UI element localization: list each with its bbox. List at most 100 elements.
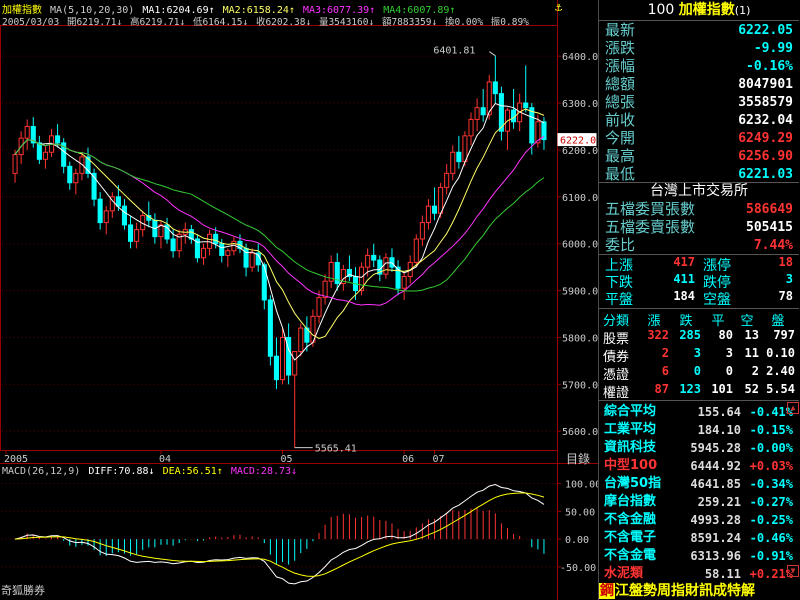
- index-price: 5945.28: [690, 441, 741, 455]
- index-name: 不含金電: [604, 548, 657, 563]
- class-header-cell: 分類: [603, 314, 630, 329]
- candle-body: [383, 257, 389, 275]
- class-row-value: 285: [679, 328, 701, 342]
- bar-close: 收6202.38↓: [255, 17, 312, 28]
- scroll-up-icon[interactable]: ▲: [787, 402, 799, 414]
- bar-amplitude: 振0.89%: [490, 17, 529, 28]
- x-tick-label: 04: [159, 454, 171, 465]
- candle-body: [24, 125, 30, 139]
- quote-row-value: -9.99: [753, 41, 793, 56]
- x-tick-label: 06: [402, 454, 414, 465]
- class-row-value: 2: [661, 346, 669, 360]
- quote-row: 總額 8047901: [599, 75, 799, 94]
- quote-row-value: 3558579: [738, 95, 793, 110]
- quote-title: 100 加權指數(1): [647, 2, 751, 18]
- catalog-label[interactable]: 目錄: [566, 450, 590, 467]
- index-row[interactable]: 綜合平均 155.64 -0.41%: [599, 403, 799, 421]
- candle-body: [12, 154, 18, 174]
- index-row[interactable]: 中型100 6444.92 +0.03%: [599, 457, 799, 475]
- candle-body: [371, 254, 377, 261]
- candle-body: [468, 118, 474, 137]
- quote-row-value: 6232.04: [738, 113, 793, 128]
- class-row-value: 2.40: [766, 364, 795, 378]
- quote-row-value: 7.44%: [753, 238, 793, 253]
- index-name: 工業平均: [604, 422, 657, 437]
- scroll-down-icon[interactable]: ▼: [787, 565, 799, 577]
- index-name: 不含電子: [604, 530, 657, 545]
- class-row-value: 797: [773, 328, 795, 342]
- current-price-label: 6222.0: [560, 136, 596, 147]
- breadth-value: 78: [778, 289, 793, 303]
- candle-body: [170, 238, 176, 252]
- class-row-value: 3: [693, 346, 701, 360]
- diff-label: DIFF:70.88↓: [88, 466, 155, 477]
- class-row-name: 權證: [603, 386, 630, 401]
- chart-area[interactable]: 5600.00 5700.00 5800.00 5900.00 6000.00 6100.…: [0, 0, 598, 600]
- quote-row-label: 今開: [605, 129, 636, 147]
- anchor-icon[interactable]: ⚓: [555, 0, 562, 14]
- quote-row-value: 6222.05: [738, 23, 793, 38]
- class-row-value: 87: [654, 382, 669, 396]
- index-row[interactable]: 不含電子 8591.24 -0.46%: [599, 529, 799, 547]
- bottom-tab-active[interactable]: 鋼: [599, 583, 615, 599]
- index-row[interactable]: 資訊科技 5945.28 -0.00%: [599, 439, 799, 457]
- index-price: 4993.28: [690, 513, 741, 527]
- candle-body: [128, 224, 134, 242]
- class-row-value: 5.54: [766, 382, 795, 396]
- macd-tick-label: 50.00: [565, 507, 595, 518]
- candle-body: [322, 280, 328, 299]
- price-chart-svg[interactable]: 5600.00 5700.00 5800.00 5900.00 6000.00 6100.…: [0, 0, 598, 600]
- quote-row-value: 6256.90: [738, 149, 793, 164]
- class-row-value: 123: [679, 382, 701, 396]
- high-label: 6401.81: [433, 46, 475, 57]
- quote-row-value: 8047901: [738, 77, 793, 92]
- macd-tick-label: 100.00: [565, 480, 598, 491]
- quote-row: 五檔委賣張數 505415: [599, 218, 799, 237]
- index-name: 綜合平均: [604, 404, 657, 419]
- class-header-cell: 跌: [679, 314, 693, 329]
- candle-body: [523, 102, 529, 109]
- candle-body: [444, 172, 450, 188]
- quote-row-label: 最新: [605, 21, 636, 39]
- index-row[interactable]: 摩台指數 259.21 -0.27%: [599, 493, 799, 511]
- exchange-label: 台灣上市交易所: [650, 183, 748, 199]
- index-row[interactable]: 台灣50指 4641.85 -0.34%: [599, 475, 799, 493]
- breadth-value: 411: [673, 272, 695, 286]
- class-row-name: 股票: [603, 332, 630, 347]
- source-label: 奇狐勝券: [1, 584, 45, 597]
- candle-body: [225, 250, 231, 256]
- price-tick-label: 6200.00: [562, 146, 598, 157]
- index-row[interactable]: 不含金電 6313.96 -0.91%: [599, 547, 799, 565]
- index-price: 6313.96: [690, 549, 741, 563]
- class-row-value: 2: [751, 364, 759, 378]
- quote-row: 最新 6222.05: [599, 21, 799, 40]
- quote-row-label: 最高: [605, 147, 636, 165]
- price-tick-label: 5900.00: [562, 287, 598, 298]
- class-row-value: 0: [725, 364, 733, 378]
- high-pointer: [489, 51, 496, 57]
- index-name: 資訊科技: [604, 440, 657, 455]
- dea-label: DEA:56.51↑: [162, 466, 223, 477]
- bottom-tab-list[interactable]: 江盤勢周指財訊成特解: [615, 583, 755, 599]
- x-tick-label: 07: [433, 454, 445, 465]
- class-row-value: 11: [744, 346, 759, 360]
- index-change: -0.25%: [749, 513, 793, 527]
- bottom-tabs[interactable]: 鋼江盤勢周指財訊成特解: [599, 582, 799, 600]
- candle-body: [280, 336, 286, 381]
- macd-params: MACD(26,12,9): [2, 466, 81, 477]
- quote-row: 漲跌 -9.99: [599, 39, 799, 58]
- breadth-value: 184: [673, 289, 695, 303]
- index-row[interactable]: 水泥類 58.11 +0.21%: [599, 565, 799, 583]
- class-row-value: 6: [661, 364, 669, 378]
- index-row[interactable]: 工業平均 184.10 -0.15%: [599, 421, 799, 439]
- class-header-cell: 平: [711, 314, 725, 329]
- breadth-value: 3: [785, 272, 793, 286]
- price-tick-label: 6400.00: [562, 52, 598, 63]
- candle-body: [97, 198, 103, 224]
- index-row[interactable]: 不含金融 4993.28 -0.25%: [599, 511, 799, 529]
- quote-row-label: 漲跌: [605, 39, 636, 57]
- candle-body: [413, 238, 419, 263]
- price-tick-label: 5700.00: [562, 380, 598, 391]
- quote-row-label: 五檔委賣張數: [605, 218, 696, 236]
- quote-row-label: 委比: [605, 236, 636, 254]
